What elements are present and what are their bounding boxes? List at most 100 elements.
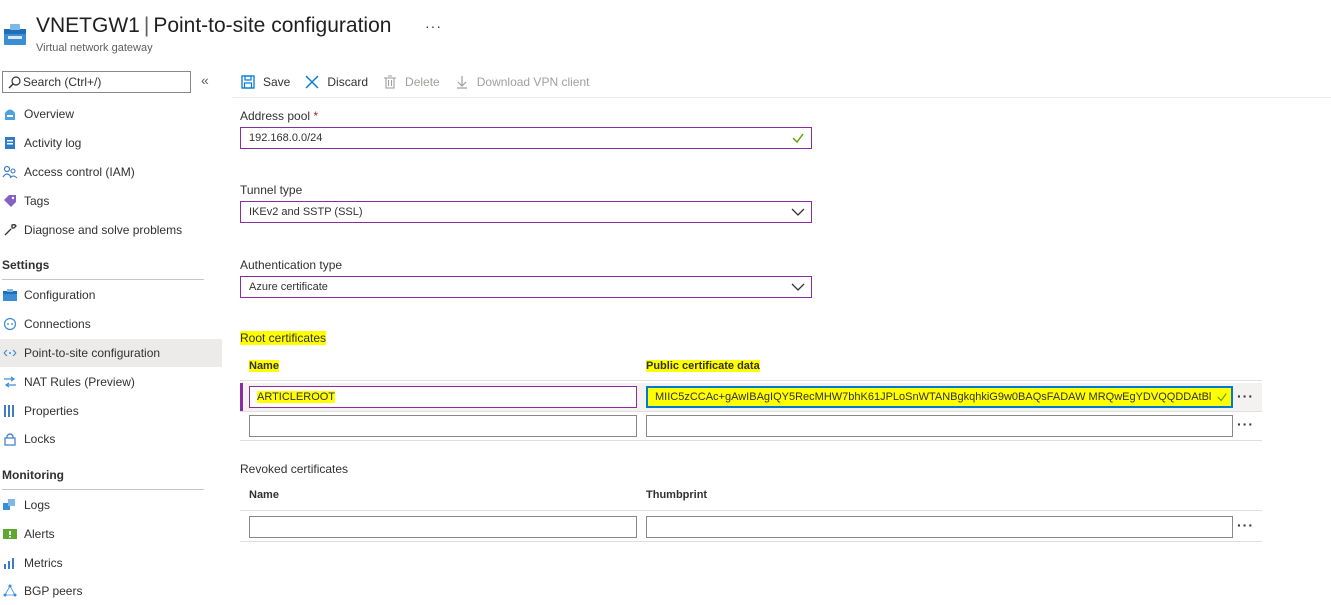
collapse-sidebar-button[interactable]: « [201, 72, 209, 88]
metrics-icon [2, 555, 18, 571]
search-icon [8, 76, 21, 89]
root-cert-data-input[interactable] [646, 415, 1233, 437]
sidebar-item-label: Access control (IAM) [24, 165, 135, 179]
table-divider [240, 510, 1262, 511]
blade-title: Point-to-site configuration [153, 14, 392, 37]
root-cert-name-input[interactable] [249, 415, 637, 437]
wrench-icon [2, 222, 18, 238]
download-label: Download VPN client [476, 75, 590, 89]
cell-value: MIIC5zCCAc+gAwIBAgIQY5RecMHW7bhK61JPLoSn… [655, 391, 1212, 403]
download-vpn-client-button[interactable]: Download VPN client [454, 74, 590, 90]
sidebar-item-bgp-peers[interactable]: BGP peers [0, 577, 222, 605]
sidebar-item-configuration[interactable]: Configuration [0, 281, 222, 309]
sidebar-item-label: NAT Rules (Preview) [24, 375, 135, 389]
revoked-certificates-heading: Revoked certificates [240, 462, 349, 476]
column-header-text: Public certificate data [646, 360, 760, 372]
monitoring-section-header: Monitoring [2, 468, 64, 482]
sidebar-item-label: Tags [24, 194, 50, 208]
row-more-actions-button[interactable]: ··· [1237, 517, 1254, 533]
sidebar-item-label: Properties [24, 404, 79, 418]
nat-rules-icon [2, 374, 18, 390]
sidebar-item-tags[interactable]: Tags [0, 187, 222, 215]
row-selection-marker [240, 383, 243, 411]
connections-icon [2, 316, 18, 332]
sidebar-item-diagnose[interactable]: Diagnose and solve problems [0, 216, 222, 244]
authentication-type-value: Azure certificate [249, 281, 328, 293]
command-bar: Save Discard Delete Download VPN client [240, 70, 603, 94]
row-more-actions-button[interactable]: ··· [1237, 388, 1254, 404]
close-icon [304, 74, 320, 90]
toolbar-divider [232, 97, 1331, 98]
revoked-cert-name-input[interactable] [249, 516, 637, 538]
settings-section-header: Settings [2, 258, 50, 272]
configuration-icon [2, 287, 18, 303]
search-input[interactable] [23, 74, 183, 90]
sidebar-item-locks[interactable]: Locks [0, 425, 222, 453]
properties-icon [2, 403, 18, 419]
page-header: VNETGW1 | Point-to-site configuration Virt… [0, 0, 1331, 60]
sidebar-item-point-to-site[interactable]: Point-to-site configuration [0, 339, 222, 367]
overview-icon [2, 106, 18, 122]
discard-label: Discard [327, 75, 369, 89]
delete-button[interactable]: Delete [382, 74, 440, 90]
sidebar-item-label: Configuration [24, 288, 96, 302]
sidebar-item-label: BGP peers [24, 584, 83, 598]
table-divider [240, 380, 1262, 381]
required-marker: * [313, 109, 319, 123]
sidebar-item-metrics[interactable]: Metrics [0, 549, 222, 577]
row-more-actions-button[interactable]: ··· [1237, 416, 1254, 432]
revoked-thumbprint-column-header: Thumbprint [646, 489, 708, 501]
root-certificates-heading: Root certificates [240, 331, 327, 345]
save-label: Save [263, 75, 291, 89]
sidebar-item-access-control[interactable]: Access control (IAM) [0, 158, 222, 186]
resource-type-subtitle: Virtual network gateway [36, 42, 153, 54]
sidebar-item-connections[interactable]: Connections [0, 310, 222, 338]
address-pool-value: 192.168.0.0/24 [249, 132, 323, 144]
root-cert-name-input[interactable]: ARTICLEROOT [249, 386, 637, 408]
authentication-type-label: Authentication type [240, 258, 343, 272]
sidebar-item-label: Locks [24, 432, 56, 446]
sidebar-item-label: Overview [24, 107, 75, 121]
root-cert-data-input[interactable]: MIIC5zCCAc+gAwIBAgIQY5RecMHW7bhK61JPLoSn… [646, 386, 1233, 408]
save-button[interactable]: Save [240, 74, 290, 90]
table-divider [240, 411, 1262, 412]
sidebar-item-label: Connections [24, 317, 91, 331]
save-icon [240, 74, 256, 90]
activity-log-icon [2, 135, 18, 151]
sidebar-item-label: Activity log [24, 136, 82, 150]
root-name-column-header: Name [249, 360, 279, 372]
checkmark-icon [1217, 393, 1227, 402]
sidebar-item-alerts[interactable]: Alerts [0, 520, 222, 548]
sidebar-item-logs[interactable]: Logs [0, 491, 222, 519]
sidebar-item-properties[interactable]: Properties [0, 397, 222, 425]
tunnel-type-value: IKEv2 and SSTP (SSL) [249, 206, 363, 218]
iam-icon [2, 164, 18, 180]
search-box[interactable] [2, 71, 191, 93]
root-data-column-header: Public certificate data [646, 360, 760, 372]
discard-button[interactable]: Discard [304, 74, 368, 90]
tunnel-type-dropdown[interactable]: IKEv2 and SSTP (SSL) [240, 201, 812, 223]
title-separator: | [143, 14, 150, 37]
sidebar-item-label: Alerts [24, 527, 55, 541]
address-pool-label-text: Address pool [240, 109, 311, 123]
cell-value: ARTICLEROOT [257, 391, 336, 403]
sidebar-item-label: Metrics [24, 556, 63, 570]
authentication-type-dropdown[interactable]: Azure certificate [240, 276, 812, 298]
section-divider [2, 489, 204, 490]
revoked-name-column-header: Name [249, 489, 279, 501]
revoked-cert-thumbprint-input[interactable] [646, 516, 1233, 538]
virtual-network-gateway-icon [4, 24, 26, 45]
more-actions-button[interactable]: ··· [425, 18, 442, 34]
sidebar-item-activity-log[interactable]: Activity log [0, 129, 222, 157]
page-title: VNETGW1 | Point-to-site configuration [36, 14, 391, 38]
address-pool-label: Address pool * [240, 109, 318, 123]
bgp-peers-icon [2, 583, 18, 599]
point-to-site-icon [2, 345, 18, 361]
address-pool-input[interactable]: 192.168.0.0/24 [240, 127, 812, 149]
tunnel-type-label: Tunnel type [240, 183, 303, 197]
root-certificates-title: Root certificates [240, 331, 327, 345]
sidebar-item-overview[interactable]: Overview [0, 100, 222, 128]
table-divider [240, 440, 1262, 441]
table-divider [240, 541, 1262, 542]
sidebar-item-nat-rules[interactable]: NAT Rules (Preview) [0, 368, 222, 396]
